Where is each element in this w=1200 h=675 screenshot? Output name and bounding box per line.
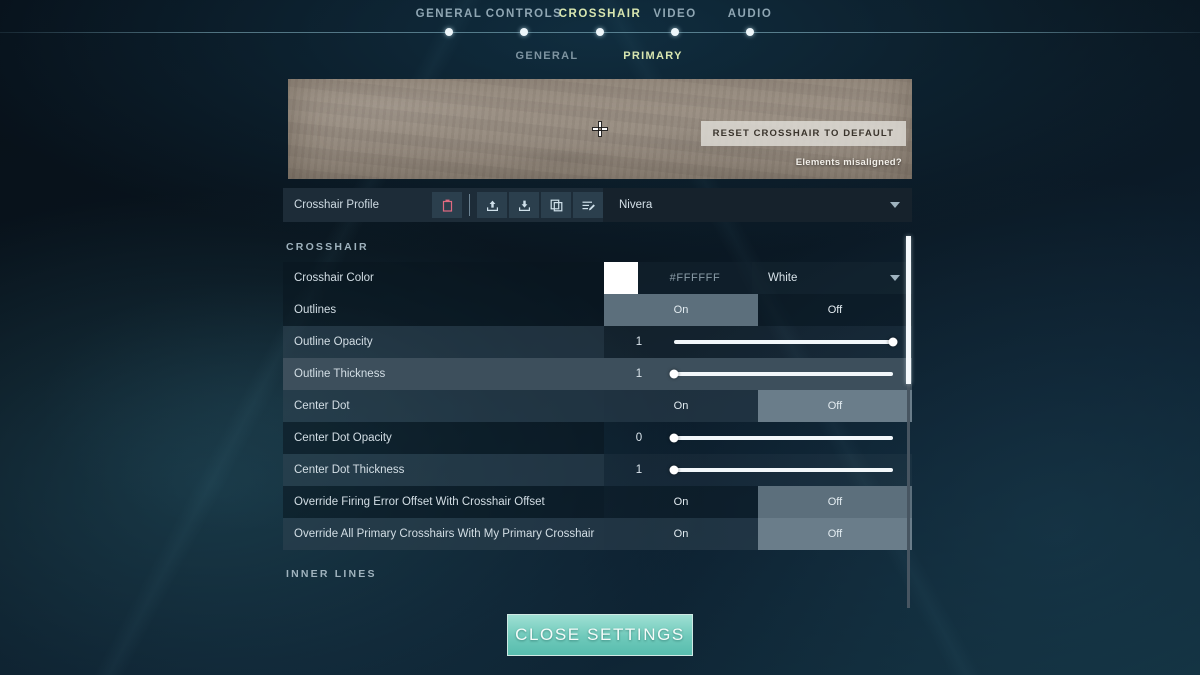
nav-tab-crosshair[interactable]: CROSSHAIR	[559, 8, 642, 20]
profile-selected-value: Nivera	[619, 199, 653, 211]
crosshair-profile-bar: Crosshair Profile Nivera	[283, 188, 912, 222]
chevron-down-icon	[890, 202, 900, 208]
sub-navigation: GENERAL PRIMARY	[0, 50, 1200, 68]
row-label: Override All Primary Crosshairs With My …	[283, 518, 604, 550]
rename-icon	[582, 201, 595, 210]
upload-profile-button[interactable]	[477, 192, 507, 218]
slider-value: 1	[635, 464, 643, 476]
slider-wrapper	[669, 358, 912, 390]
scrollbar-thumb[interactable]	[906, 236, 911, 384]
crosshair-preview-panel: RESET CROSSHAIR TO DEFAULT Elements misa…	[288, 79, 912, 179]
slider-wrapper	[669, 454, 912, 486]
slider-track[interactable]	[669, 433, 893, 443]
row-label: Outline Opacity	[283, 326, 604, 358]
chevron-down-icon	[890, 275, 900, 281]
setting-row: Outline Thickness 1	[283, 358, 912, 390]
setting-row: Center Dot Thickness 1	[283, 454, 912, 486]
row-control: 0	[604, 422, 912, 454]
slider-wrapper	[669, 422, 912, 454]
row-control: On Off	[604, 486, 912, 518]
close-settings-button[interactable]: CLOSE SETTINGS	[507, 614, 693, 656]
download-icon	[518, 200, 530, 211]
nav-label-row: GENERAL CONTROLS CROSSHAIR VIDEO AUDIO	[0, 8, 1200, 26]
row-label: Outline Thickness	[294, 368, 386, 380]
row-label: Crosshair Color	[283, 262, 604, 294]
slider-value: 0	[635, 432, 643, 444]
setting-row: Center Dot On Off	[283, 390, 912, 422]
color-hex-value[interactable]: #FFFFFF	[638, 262, 752, 294]
toggle-off[interactable]: Off	[758, 294, 912, 326]
slider-value: 1	[635, 368, 643, 380]
toggle-off[interactable]: Off	[758, 518, 912, 550]
nav-tab-general[interactable]: GENERAL	[416, 8, 483, 20]
slider-knob[interactable]	[888, 337, 898, 347]
nav-dot-general[interactable]	[445, 28, 453, 36]
slider-knob[interactable]	[669, 433, 679, 443]
copy-icon	[550, 199, 562, 211]
nav-tab-video[interactable]: VIDEO	[653, 8, 696, 20]
color-swatch[interactable]	[604, 262, 638, 294]
profile-left-section: Crosshair Profile	[283, 188, 603, 222]
toggle-off[interactable]: Off	[758, 390, 912, 422]
slider-knob[interactable]	[669, 369, 679, 379]
setting-row: Center Dot Opacity 0	[283, 422, 912, 454]
delete-profile-button[interactable]	[432, 192, 462, 218]
nav-dot-audio[interactable]	[746, 28, 754, 36]
toggle-on[interactable]: On	[604, 294, 758, 326]
row-control: 1	[604, 358, 912, 390]
settings-panel: CROSSHAIR Crosshair Color #FFFFFF White …	[283, 230, 912, 608]
setting-row: Override All Primary Crosshairs With My …	[283, 518, 912, 550]
toggle-on[interactable]: On	[604, 390, 758, 422]
upload-icon	[486, 200, 498, 211]
reset-crosshair-button[interactable]: RESET CROSSHAIR TO DEFAULT	[700, 121, 906, 146]
row-label: Center Dot Thickness	[283, 454, 604, 486]
row-control: On Off	[604, 294, 912, 326]
toggle-on[interactable]: On	[604, 518, 758, 550]
toggle-off[interactable]: Off	[758, 486, 912, 518]
row-label: Override Firing Error Offset With Crossh…	[283, 486, 604, 518]
profile-label: Crosshair Profile	[294, 199, 379, 211]
setting-row: Outlines On Off	[283, 294, 912, 326]
elements-misaligned-link[interactable]: Elements misaligned?	[796, 157, 902, 168]
slider-track[interactable]	[674, 337, 898, 347]
row-control: 1	[604, 326, 912, 358]
row-control: 1	[604, 454, 912, 486]
slider-wrapper	[674, 326, 912, 358]
slider-knob[interactable]	[669, 465, 679, 475]
profile-icon-group	[432, 188, 603, 222]
setting-row: Outline Opacity 1	[283, 326, 912, 358]
row-label: Center Dot	[283, 390, 604, 422]
row-control: On Off	[604, 390, 912, 422]
row-control: On Off	[604, 518, 912, 550]
slider-track[interactable]	[669, 369, 893, 379]
profile-icon-separator	[469, 194, 470, 216]
nav-tab-controls[interactable]: CONTROLS	[486, 8, 563, 20]
nav-dot-video[interactable]	[671, 28, 679, 36]
profile-select[interactable]: Nivera	[603, 188, 912, 222]
slider-value: 1	[635, 336, 643, 348]
section-header-inner-lines: INNER LINES	[286, 568, 377, 580]
rename-profile-button[interactable]	[573, 192, 603, 218]
toggle-on[interactable]: On	[604, 486, 758, 518]
download-profile-button[interactable]	[509, 192, 539, 218]
row-control: #FFFFFF White	[604, 262, 912, 294]
color-preset-select[interactable]: White	[752, 262, 912, 294]
color-preset-value: White	[768, 272, 798, 284]
nav-tab-audio[interactable]: AUDIO	[728, 8, 773, 20]
top-navigation: GENERAL CONTROLS CROSSHAIR VIDEO AUDIO	[0, 0, 1200, 46]
copy-profile-button[interactable]	[541, 192, 571, 218]
setting-row: Override Firing Error Offset With Crossh…	[283, 486, 912, 518]
sub-tab-primary[interactable]: PRIMARY	[623, 50, 682, 62]
sub-tab-general[interactable]: GENERAL	[516, 50, 579, 62]
slider-track[interactable]	[669, 465, 893, 475]
delete-icon	[442, 199, 452, 212]
section-header-crosshair: CROSSHAIR	[286, 241, 369, 253]
nav-dot-crosshair[interactable]	[596, 28, 604, 36]
row-label: Outlines	[283, 294, 604, 326]
nav-dot-controls[interactable]	[520, 28, 528, 36]
row-label: Center Dot Opacity	[283, 422, 604, 454]
setting-row-crosshair-color: Crosshair Color #FFFFFF White	[283, 262, 912, 294]
